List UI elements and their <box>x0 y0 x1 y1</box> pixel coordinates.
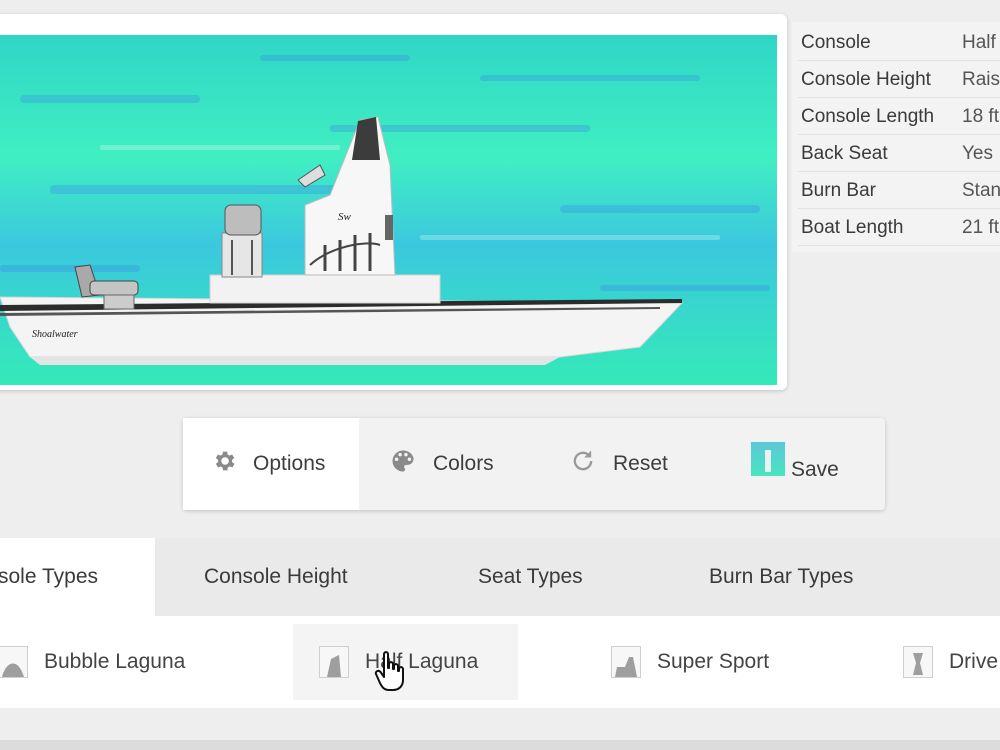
colors-label: Colors <box>433 452 494 475</box>
reset-icon <box>569 447 597 481</box>
spec-key: Console <box>801 32 871 53</box>
reset-label: Reset <box>613 452 668 475</box>
console-types-list: Bubble Laguna Half Laguna Super Sport Dr… <box>0 616 1000 708</box>
page-bottom-strip <box>0 740 1000 750</box>
spec-value: 21 ft <box>962 217 999 238</box>
console-type-label: Drive <box>949 650 999 673</box>
spec-key: Console Length <box>801 106 935 127</box>
svg-text:Sw: Sw <box>338 211 352 223</box>
save-button[interactable]: Save <box>751 418 839 510</box>
spec-key: Boat Length <box>801 217 904 238</box>
spec-value: Stan <box>962 180 1000 201</box>
console-type-label: Bubble Laguna <box>44 650 186 673</box>
save-label: Save <box>791 458 839 481</box>
tab-label: Seat Types <box>478 565 583 588</box>
palette-icon <box>389 447 417 481</box>
half-laguna-icon <box>319 646 349 678</box>
boat-specs-panel: Console Half Console Height Rais Console… <box>792 22 1000 252</box>
spec-value: Yes <box>962 143 993 164</box>
colors-button[interactable]: Colors <box>389 418 494 510</box>
builder-toolbar: Options Colors Reset Save <box>183 418 885 510</box>
console-type-label: Super Sport <box>657 650 770 673</box>
spec-value: Half <box>962 32 996 53</box>
tab-label: Console Height <box>204 565 348 588</box>
boat-preview-canvas: Shoalwater Sw <box>0 35 777 385</box>
reset-button[interactable]: Reset <box>569 418 668 510</box>
spec-value: Rais <box>962 69 1000 90</box>
options-label: Options <box>253 452 326 475</box>
spec-row-boat-length: Boat Length 21 ft <box>792 209 1000 246</box>
spec-key: Back Seat <box>801 143 888 164</box>
options-button[interactable]: Options <box>183 418 359 510</box>
save-thumbnail-icon <box>751 442 785 476</box>
tab-label: sole Types <box>0 565 99 588</box>
console-type-super-sport[interactable]: Super Sport <box>611 624 769 700</box>
console-type-drive[interactable]: Drive <box>903 624 998 700</box>
console-type-bubble-laguna[interactable]: Bubble Laguna <box>0 624 185 700</box>
svg-text:Shoalwater: Shoalwater <box>32 329 78 340</box>
deck-platform <box>209 274 441 304</box>
spec-row-console-height: Console Height Rais <box>792 61 1000 98</box>
bubble-laguna-icon <box>0 646 28 678</box>
tab-label: Burn Bar Types <box>709 565 854 588</box>
spec-row-back-seat: Back Seat Yes <box>792 135 1000 172</box>
tab-burn-bar-types[interactable]: Burn Bar Types <box>709 538 853 616</box>
drive-console-icon <box>903 646 933 678</box>
spec-row-console: Console Half <box>792 24 1000 61</box>
spec-value: 18 ft <box>962 106 999 127</box>
super-sport-icon <box>611 646 641 678</box>
boat-preview-card: Shoalwater Sw <box>0 14 787 390</box>
spec-key: Console Height <box>801 69 931 90</box>
boat-hull: Shoalwater <box>0 296 684 365</box>
tab-seat-types[interactable]: Seat Types <box>478 538 583 616</box>
spec-key: Burn Bar <box>801 180 876 201</box>
gear-icon <box>211 448 237 480</box>
option-category-tabs: sole Types Console Height Seat Types Bur… <box>0 538 1000 616</box>
spec-row-console-length: Console Length 18 ft <box>792 98 1000 135</box>
hand-cursor-icon <box>374 650 408 697</box>
tab-console-height[interactable]: Console Height <box>204 538 348 616</box>
leaning-post <box>221 204 263 278</box>
boat-illustration: Shoalwater Sw <box>0 35 777 385</box>
spec-row-burn-bar: Burn Bar Stan <box>792 172 1000 209</box>
tab-console-types[interactable]: sole Types <box>0 538 155 616</box>
